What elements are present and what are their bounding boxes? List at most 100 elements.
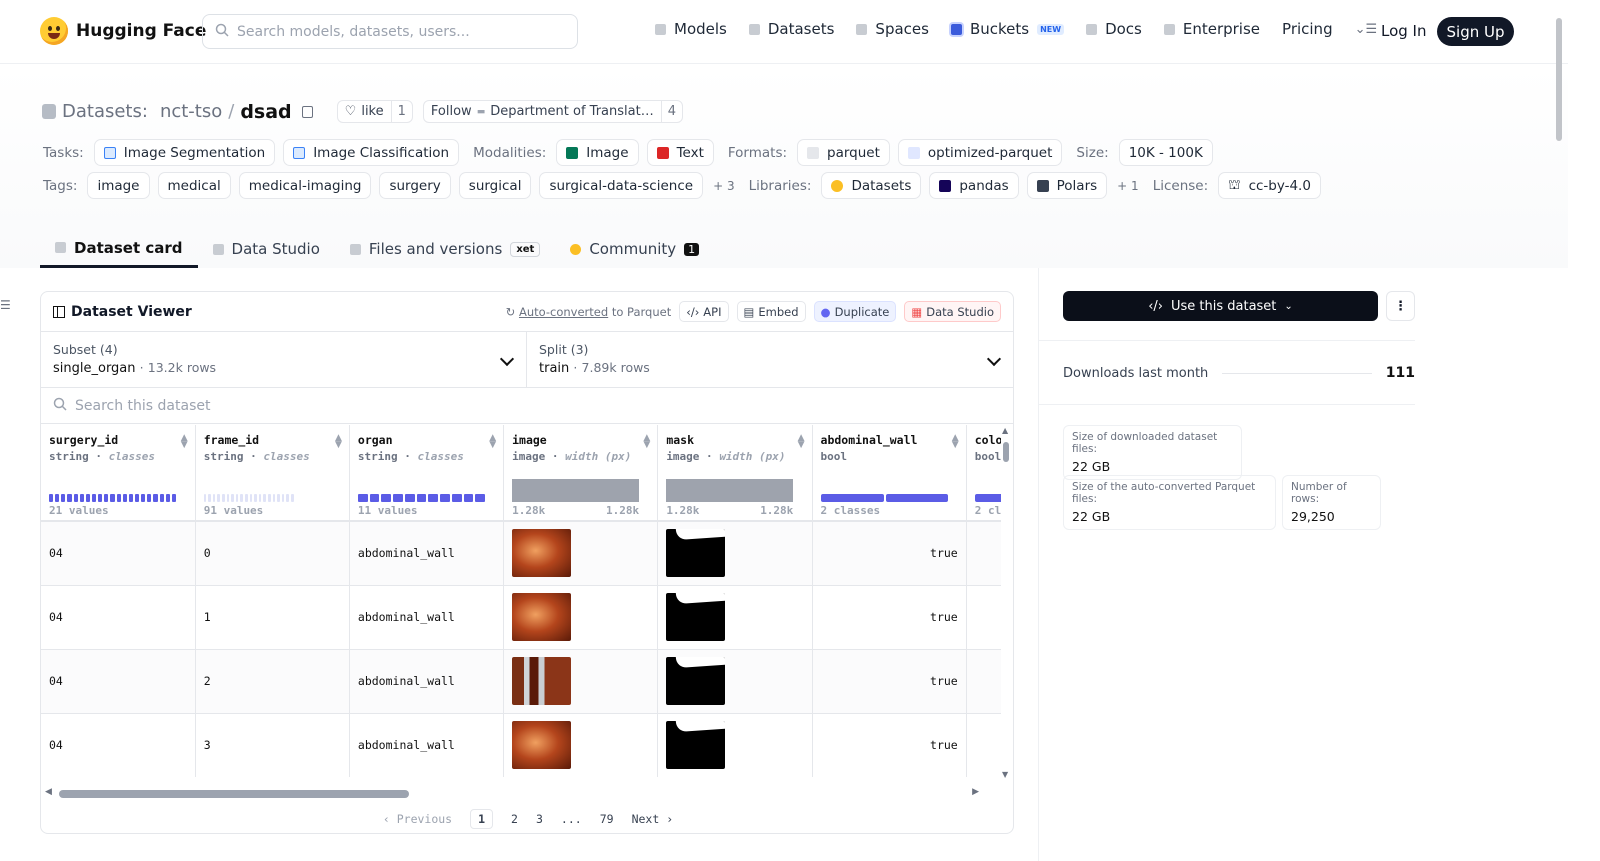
cell-organ[interactable]: abdominal_wall: [349, 649, 505, 714]
column-header[interactable]: image image · width (px) ▲ ▼ 1.28k 1.28k: [503, 425, 659, 522]
sort-icon[interactable]: ▲ ▼: [489, 434, 496, 450]
library-tag[interactable]: Datasets: [821, 172, 922, 199]
nav-enterprise[interactable]: Enterprise: [1163, 20, 1260, 38]
use-this-dataset-button[interactable]: ‹/› Use this dataset ⌄: [1063, 291, 1378, 321]
table-row[interactable]: 04 2 abdominal_wall true: [41, 649, 1001, 714]
cell-mask[interactable]: [657, 521, 813, 586]
tab-data-studio[interactable]: Data Studio: [198, 230, 335, 268]
scroll-left-icon[interactable]: ◀: [45, 787, 52, 797]
sort-icon[interactable]: ▲ ▼: [643, 434, 650, 450]
page-button[interactable]: 2: [511, 812, 518, 826]
image-thumbnail[interactable]: [512, 657, 572, 705]
libraries-more[interactable]: + 1: [1117, 179, 1139, 193]
cell-frame-id[interactable]: 0: [195, 521, 350, 586]
column-header[interactable]: frame_id string · classes ▲ ▼ 91 values: [195, 425, 350, 522]
cell-mask[interactable]: [657, 649, 813, 714]
cell-abdominal-wall[interactable]: true: [812, 585, 967, 650]
tag-chip[interactable]: medical-imaging: [238, 172, 372, 199]
column-header[interactable]: colon bool ▲▼ 2 classes: [966, 425, 1001, 522]
tab-files[interactable]: Files and versions xet: [335, 230, 555, 268]
sort-icon[interactable]: ▲ ▼: [335, 434, 342, 450]
license-tag[interactable]: ⛫ cc-by-4.0: [1218, 172, 1321, 199]
split-select[interactable]: Split (3) train · 7.89k rows: [527, 332, 1013, 387]
tab-community[interactable]: Community 1: [555, 230, 714, 268]
cell-frame-id[interactable]: 1: [195, 585, 350, 650]
table-row[interactable]: 04 3 abdominal_wall true: [41, 713, 1001, 777]
cell-surgery-id[interactable]: 04: [41, 713, 196, 777]
scroll-right-icon[interactable]: ▶: [972, 787, 979, 797]
column-header[interactable]: abdominal_wall bool ▲ ▼ 2 classes: [812, 425, 967, 522]
next-page-button[interactable]: Next ›: [632, 812, 674, 826]
cell-colon[interactable]: [966, 649, 1001, 714]
nav-spaces[interactable]: Spaces: [856, 20, 929, 38]
section-label[interactable]: Datasets:: [62, 101, 148, 122]
nav-datasets[interactable]: Datasets: [748, 20, 834, 38]
cell-surgery-id[interactable]: 04: [41, 521, 196, 586]
format-tag[interactable]: parquet: [797, 139, 890, 166]
dataset-search-input[interactable]: Search this dataset: [41, 388, 1013, 424]
mask-thumbnail[interactable]: [666, 721, 726, 769]
cell-mask[interactable]: [657, 585, 813, 650]
sort-icon[interactable]: ▲ ▼: [181, 434, 188, 450]
table-row[interactable]: 04 0 abdominal_wall true: [41, 521, 1001, 586]
previous-page-button[interactable]: ‹ Previous: [383, 812, 452, 826]
tag-chip[interactable]: medical: [157, 172, 231, 199]
scrollbar-thumb[interactable]: [1003, 442, 1009, 462]
column-header[interactable]: mask image · width (px) ▲ ▼ 1.28k 1.28k: [657, 425, 813, 522]
cell-colon[interactable]: [966, 521, 1001, 586]
cell-colon[interactable]: [966, 585, 1001, 650]
format-tag[interactable]: optimized-parquet: [897, 139, 1063, 166]
duplicate-button[interactable]: ● Duplicate: [813, 301, 897, 322]
image-thumbnail[interactable]: [512, 593, 572, 641]
cell-frame-id[interactable]: 3: [195, 713, 350, 777]
more-menu-icon[interactable]: ⌄☰: [1355, 22, 1378, 37]
table-row[interactable]: 04 1 abdominal_wall true: [41, 585, 1001, 650]
cell-frame-id[interactable]: 2: [195, 649, 350, 714]
scrollbar-thumb[interactable]: [1556, 18, 1562, 141]
image-thumbnail[interactable]: [512, 529, 572, 578]
embed-button[interactable]: ▤ Embed: [736, 301, 806, 322]
tag-chip[interactable]: image: [87, 172, 150, 199]
cell-abdominal-wall[interactable]: true: [812, 649, 967, 714]
dataset-name[interactable]: dsad: [240, 101, 291, 123]
image-thumbnail[interactable]: [512, 721, 572, 769]
cell-surgery-id[interactable]: 04: [41, 585, 196, 650]
scrollbar-thumb[interactable]: [59, 790, 409, 798]
nav-pricing[interactable]: Pricing: [1282, 20, 1333, 38]
modality-tag[interactable]: Image: [556, 139, 639, 166]
task-tag[interactable]: Image Segmentation: [93, 139, 276, 166]
cell-image[interactable]: [503, 521, 659, 586]
cell-image[interactable]: [503, 713, 659, 777]
tab-dataset-card[interactable]: Dataset card: [40, 230, 198, 268]
sort-icon[interactable]: ▲ ▼: [798, 434, 805, 450]
size-tag[interactable]: 10K - 100K: [1118, 139, 1213, 166]
library-tag[interactable]: pandas: [929, 172, 1019, 199]
task-tag[interactable]: Image Classification: [283, 139, 460, 166]
page-button[interactable]: 1: [470, 809, 494, 829]
more-options-icon[interactable]: ⋮: [1386, 291, 1415, 321]
org-name[interactable]: nct-tso: [160, 101, 222, 122]
nav-buckets[interactable]: Buckets NEW: [950, 20, 1065, 38]
tag-chip[interactable]: surgical-data-science: [539, 172, 704, 199]
page-scrollbar[interactable]: [1554, 15, 1564, 845]
signup-button[interactable]: Sign Up: [1437, 17, 1514, 46]
cell-image[interactable]: [503, 585, 659, 650]
auto-converted-note[interactable]: ↻ Auto-converted to Parquet: [506, 305, 672, 319]
follow-button[interactable]: Follow ▬ Department of Translat… 4: [422, 100, 683, 123]
column-header[interactable]: surgery_id string · classes ▲ ▼ 21 values: [41, 425, 196, 522]
cell-colon[interactable]: [966, 713, 1001, 777]
api-button[interactable]: ‹/› API: [679, 301, 729, 322]
tags-more[interactable]: + 3: [713, 179, 735, 193]
nav-docs[interactable]: Docs: [1086, 20, 1142, 38]
tag-chip[interactable]: surgery: [379, 172, 451, 199]
cell-abdominal-wall[interactable]: true: [812, 521, 967, 586]
mask-thumbnail[interactable]: [666, 529, 726, 578]
cell-organ[interactable]: abdominal_wall: [349, 521, 505, 586]
global-search-input[interactable]: Search models, datasets, users...: [202, 14, 578, 49]
page-button[interactable]: 3: [536, 812, 543, 826]
scroll-down-icon[interactable]: ▼: [1002, 770, 1008, 779]
copy-icon[interactable]: [301, 105, 313, 118]
auto-converted-link[interactable]: Auto-converted: [519, 305, 608, 319]
table-vertical-scrollbar[interactable]: ▲ ▼: [1002, 426, 1010, 779]
brand-logo[interactable]: Hugging Face: [40, 17, 206, 45]
